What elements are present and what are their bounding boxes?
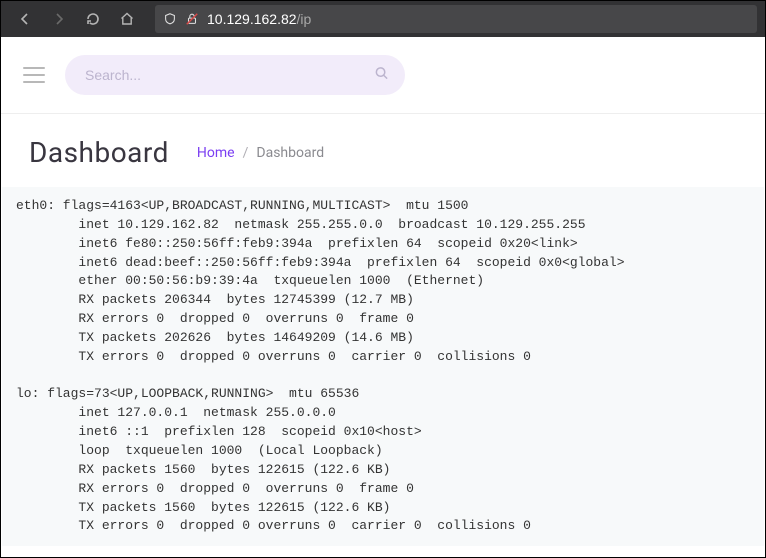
page-title: Dashboard <box>29 136 169 169</box>
title-row: Dashboard Home / Dashboard <box>1 114 765 187</box>
menu-button[interactable] <box>23 67 45 83</box>
address-bar[interactable]: 10.129.162.82/ip <box>155 5 757 33</box>
url-text: 10.129.162.82/ip <box>207 11 311 27</box>
search-wrap <box>65 55 405 95</box>
arrow-right-icon <box>51 11 67 27</box>
breadcrumb-sep: / <box>243 145 249 161</box>
back-button[interactable] <box>9 4 41 34</box>
shield-icon <box>163 12 177 26</box>
arrow-left-icon <box>17 11 33 27</box>
breadcrumb: Home / Dashboard <box>197 145 324 161</box>
reload-button[interactable] <box>77 4 109 34</box>
home-button[interactable] <box>111 4 143 34</box>
ifconfig-output: eth0: flags=4163<UP,BROADCAST,RUNNING,MU… <box>2 187 764 546</box>
home-icon <box>119 11 135 27</box>
hamburger-line <box>23 67 45 69</box>
insecure-icon <box>185 12 199 26</box>
app-header <box>1 37 765 114</box>
hamburger-line <box>23 74 45 76</box>
breadcrumb-current: Dashboard <box>256 145 324 161</box>
search-icon <box>374 66 389 85</box>
page-content: Dashboard Home / Dashboard eth0: flags=4… <box>1 37 765 557</box>
reload-icon <box>85 11 101 27</box>
browser-toolbar: 10.129.162.82/ip <box>1 1 765 37</box>
search-input[interactable] <box>65 55 405 95</box>
hamburger-line <box>23 81 45 83</box>
breadcrumb-home[interactable]: Home <box>197 145 235 161</box>
forward-button[interactable] <box>43 4 75 34</box>
